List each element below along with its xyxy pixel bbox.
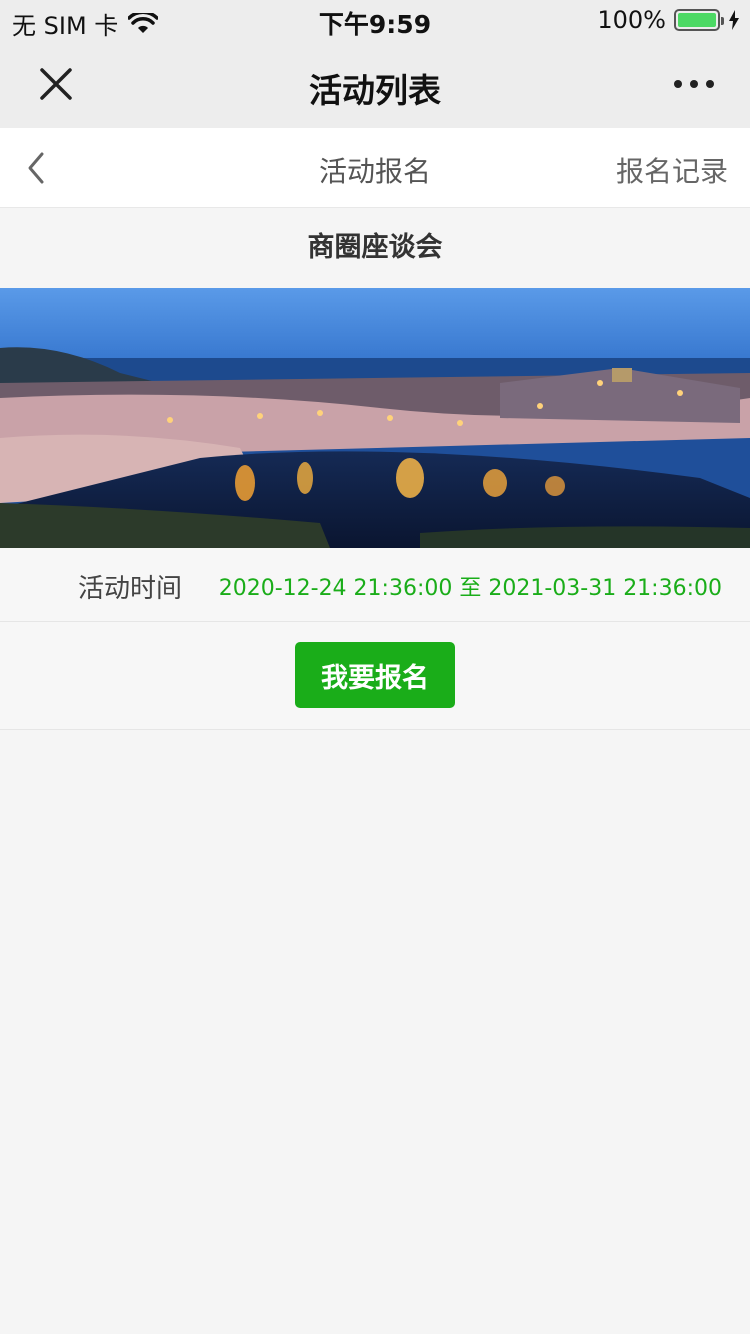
battery-fill xyxy=(678,13,716,27)
more-icon[interactable] xyxy=(674,64,714,104)
battery-percent: 100% xyxy=(597,6,666,34)
status-right: 100% xyxy=(597,6,740,34)
nav-bar: 活动列表 xyxy=(0,42,750,128)
more-dot xyxy=(690,80,698,88)
event-time-value: 2020-12-24 21:36:00 至 2021-03-31 21:36:0… xyxy=(218,576,722,601)
nav-title: 活动列表 xyxy=(309,71,441,110)
status-bar: 无 SIM 卡 下午9:59 100% xyxy=(0,0,750,42)
more-dot xyxy=(706,80,714,88)
event-banner-image xyxy=(0,288,750,548)
battery-icon xyxy=(674,9,724,31)
event-time-label: 活动时间 xyxy=(78,574,183,604)
more-dot xyxy=(674,80,682,88)
event-title: 商圈座谈会 xyxy=(0,208,750,288)
action-area: 我要报名 xyxy=(0,622,750,730)
signup-button[interactable]: 我要报名 xyxy=(295,642,455,708)
charging-icon xyxy=(729,10,739,30)
signup-record-link[interactable]: 报名记录 xyxy=(616,150,728,190)
event-time-row: 活动时间 2020-12-24 21:36:00 至 2021-03-31 21… xyxy=(0,548,750,622)
sub-header: 活动报名 报名记录 xyxy=(0,128,750,208)
